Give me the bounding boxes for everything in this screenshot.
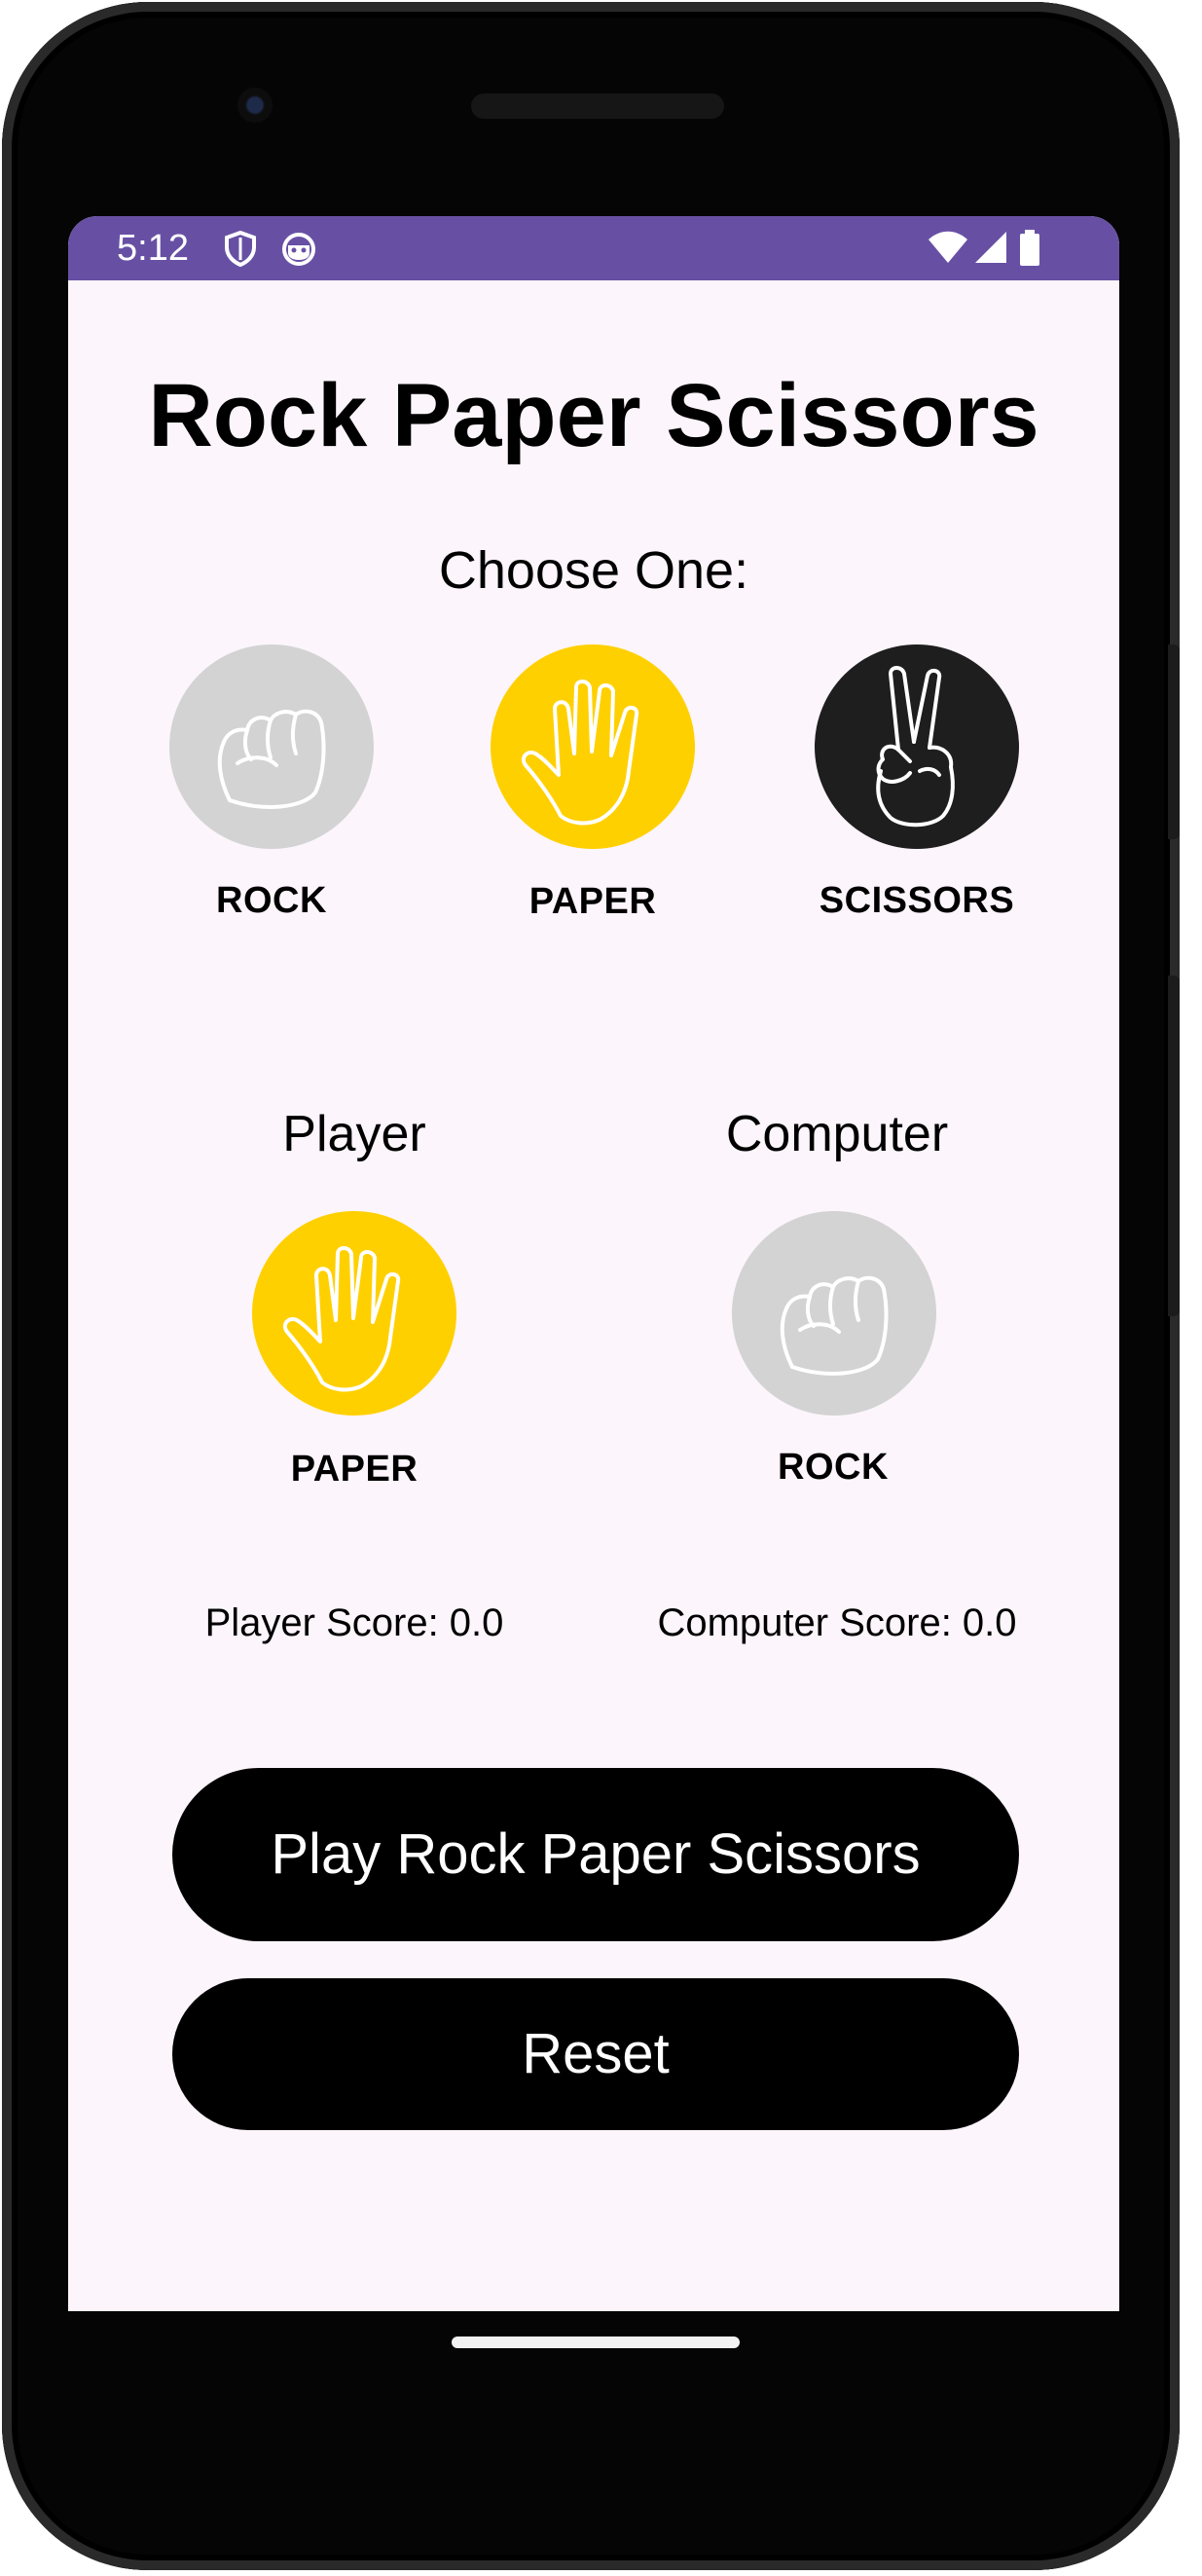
reset-button[interactable]: Reset [172,1978,1019,2130]
play-button[interactable]: Play Rock Paper Scissors [172,1768,1019,1941]
paper-choice-button[interactable] [491,644,695,849]
choose-prompt: Choose One: [438,541,749,600]
computer-choice-label: ROCK [778,1447,889,1488]
computer-score: Computer Score: 0.0 [657,1601,1017,1644]
player-choice-display [252,1211,456,1416]
shield-icon [222,230,259,268]
power-button [1168,644,1180,839]
scissors-peace-icon [876,666,955,828]
paper-hand-icon [521,680,639,826]
battery-icon [1017,230,1042,267]
paper-hand-icon [282,1246,401,1392]
phone-frame: 5:12 Rock Paper Scissors Choose One: ROC… [2,2,1180,2570]
rock-choice-label: ROCK [216,880,327,921]
rock-fist-icon [780,1275,889,1376]
computer-choice-display [732,1211,936,1416]
wifi-icon [927,230,969,267]
player-score: Player Score: 0.0 [204,1601,504,1644]
computer-title: Computer [725,1106,949,1162]
rock-fist-icon [217,709,326,809]
status-bar: 5:12 [68,216,1119,280]
player-choice-label: PAPER [290,1449,419,1490]
scissors-choice-label: SCISSORS [819,880,1015,921]
cellular-signal-icon [973,230,1010,267]
paper-choice-label: PAPER [528,881,657,922]
status-time: 5:12 [117,228,189,269]
home-gesture-bar[interactable] [452,2337,740,2348]
player-title: Player [282,1106,426,1162]
front-camera [237,88,273,123]
android-debug-icon [280,230,317,267]
earpiece-speaker [471,93,724,119]
scissors-choice-button[interactable] [815,644,1019,849]
rock-choice-button[interactable] [169,644,374,849]
app-screen: 5:12 Rock Paper Scissors Choose One: ROC… [68,216,1119,2311]
volume-button [1168,975,1180,1316]
page-title: Rock Paper Scissors [148,366,1039,465]
